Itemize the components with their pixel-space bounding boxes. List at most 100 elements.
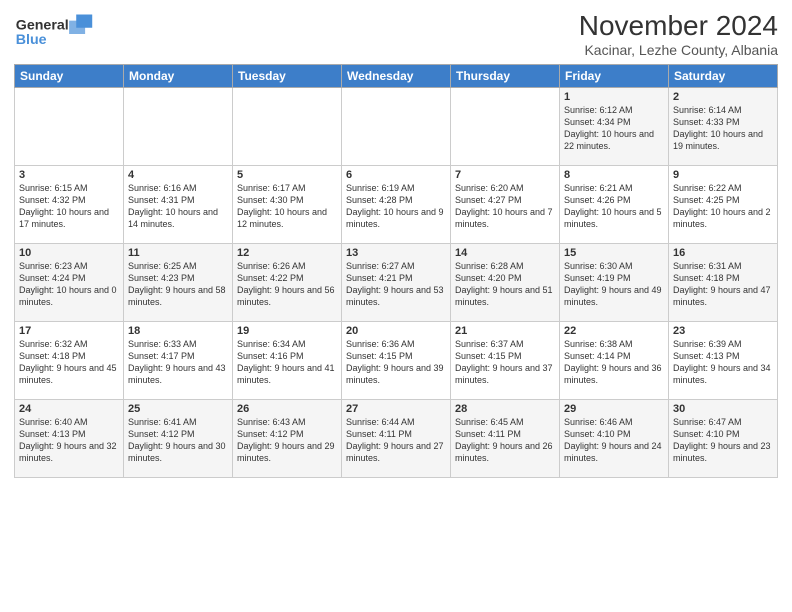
day-number: 17 <box>19 325 119 337</box>
day-number: 13 <box>346 247 446 259</box>
day-cell: 24Sunrise: 6:40 AM Sunset: 4:13 PM Dayli… <box>15 400 124 478</box>
day-number: 27 <box>346 403 446 415</box>
day-number: 9 <box>673 169 773 181</box>
day-info: Sunrise: 6:14 AM Sunset: 4:33 PM Dayligh… <box>673 104 773 153</box>
day-info: Sunrise: 6:17 AM Sunset: 4:30 PM Dayligh… <box>237 182 337 231</box>
day-cell <box>124 88 233 166</box>
day-info: Sunrise: 6:40 AM Sunset: 4:13 PM Dayligh… <box>19 416 119 465</box>
day-number: 24 <box>19 403 119 415</box>
day-info: Sunrise: 6:12 AM Sunset: 4:34 PM Dayligh… <box>564 104 664 153</box>
day-info: Sunrise: 6:39 AM Sunset: 4:13 PM Dayligh… <box>673 338 773 387</box>
col-sunday: Sunday <box>15 65 124 88</box>
day-info: Sunrise: 6:19 AM Sunset: 4:28 PM Dayligh… <box>346 182 446 231</box>
week-row-1: 1Sunrise: 6:12 AM Sunset: 4:34 PM Daylig… <box>15 88 778 166</box>
day-info: Sunrise: 6:45 AM Sunset: 4:11 PM Dayligh… <box>455 416 555 465</box>
day-number: 3 <box>19 169 119 181</box>
col-wednesday: Wednesday <box>342 65 451 88</box>
day-cell: 16Sunrise: 6:31 AM Sunset: 4:18 PM Dayli… <box>669 244 778 322</box>
day-info: Sunrise: 6:33 AM Sunset: 4:17 PM Dayligh… <box>128 338 228 387</box>
day-cell: 1Sunrise: 6:12 AM Sunset: 4:34 PM Daylig… <box>560 88 669 166</box>
day-number: 8 <box>564 169 664 181</box>
day-cell: 8Sunrise: 6:21 AM Sunset: 4:26 PM Daylig… <box>560 166 669 244</box>
calendar-body: 1Sunrise: 6:12 AM Sunset: 4:34 PM Daylig… <box>15 88 778 478</box>
day-info: Sunrise: 6:20 AM Sunset: 4:27 PM Dayligh… <box>455 182 555 231</box>
day-cell: 7Sunrise: 6:20 AM Sunset: 4:27 PM Daylig… <box>451 166 560 244</box>
day-cell: 10Sunrise: 6:23 AM Sunset: 4:24 PM Dayli… <box>15 244 124 322</box>
day-info: Sunrise: 6:41 AM Sunset: 4:12 PM Dayligh… <box>128 416 228 465</box>
day-cell: 19Sunrise: 6:34 AM Sunset: 4:16 PM Dayli… <box>233 322 342 400</box>
day-info: Sunrise: 6:47 AM Sunset: 4:10 PM Dayligh… <box>673 416 773 465</box>
page: General Blue November 2024 Kacinar, Lezh… <box>0 0 792 612</box>
day-info: Sunrise: 6:21 AM Sunset: 4:26 PM Dayligh… <box>564 182 664 231</box>
day-info: Sunrise: 6:30 AM Sunset: 4:19 PM Dayligh… <box>564 260 664 309</box>
day-number: 5 <box>237 169 337 181</box>
day-cell: 20Sunrise: 6:36 AM Sunset: 4:15 PM Dayli… <box>342 322 451 400</box>
day-number: 11 <box>128 247 228 259</box>
day-cell: 11Sunrise: 6:25 AM Sunset: 4:23 PM Dayli… <box>124 244 233 322</box>
day-number: 23 <box>673 325 773 337</box>
day-cell: 21Sunrise: 6:37 AM Sunset: 4:15 PM Dayli… <box>451 322 560 400</box>
day-cell <box>15 88 124 166</box>
day-cell: 22Sunrise: 6:38 AM Sunset: 4:14 PM Dayli… <box>560 322 669 400</box>
svg-text:Blue: Blue <box>16 32 47 48</box>
day-number: 26 <box>237 403 337 415</box>
day-number: 14 <box>455 247 555 259</box>
day-cell: 25Sunrise: 6:41 AM Sunset: 4:12 PM Dayli… <box>124 400 233 478</box>
location: Kacinar, Lezhe County, Albania <box>579 42 778 58</box>
day-number: 7 <box>455 169 555 181</box>
week-row-2: 3Sunrise: 6:15 AM Sunset: 4:32 PM Daylig… <box>15 166 778 244</box>
day-info: Sunrise: 6:36 AM Sunset: 4:15 PM Dayligh… <box>346 338 446 387</box>
day-info: Sunrise: 6:23 AM Sunset: 4:24 PM Dayligh… <box>19 260 119 309</box>
calendar-header-row: Sunday Monday Tuesday Wednesday Thursday… <box>15 65 778 88</box>
day-cell: 30Sunrise: 6:47 AM Sunset: 4:10 PM Dayli… <box>669 400 778 478</box>
day-cell: 4Sunrise: 6:16 AM Sunset: 4:31 PM Daylig… <box>124 166 233 244</box>
day-number: 6 <box>346 169 446 181</box>
day-number: 25 <box>128 403 228 415</box>
day-info: Sunrise: 6:16 AM Sunset: 4:31 PM Dayligh… <box>128 182 228 231</box>
day-cell: 29Sunrise: 6:46 AM Sunset: 4:10 PM Dayli… <box>560 400 669 478</box>
day-number: 19 <box>237 325 337 337</box>
day-cell <box>451 88 560 166</box>
day-info: Sunrise: 6:26 AM Sunset: 4:22 PM Dayligh… <box>237 260 337 309</box>
day-cell: 27Sunrise: 6:44 AM Sunset: 4:11 PM Dayli… <box>342 400 451 478</box>
day-cell: 12Sunrise: 6:26 AM Sunset: 4:22 PM Dayli… <box>233 244 342 322</box>
calendar-table: Sunday Monday Tuesday Wednesday Thursday… <box>14 64 778 478</box>
day-number: 15 <box>564 247 664 259</box>
col-thursday: Thursday <box>451 65 560 88</box>
day-info: Sunrise: 6:28 AM Sunset: 4:20 PM Dayligh… <box>455 260 555 309</box>
day-number: 22 <box>564 325 664 337</box>
week-row-5: 24Sunrise: 6:40 AM Sunset: 4:13 PM Dayli… <box>15 400 778 478</box>
day-number: 21 <box>455 325 555 337</box>
day-number: 4 <box>128 169 228 181</box>
day-cell: 9Sunrise: 6:22 AM Sunset: 4:25 PM Daylig… <box>669 166 778 244</box>
day-cell: 18Sunrise: 6:33 AM Sunset: 4:17 PM Dayli… <box>124 322 233 400</box>
day-number: 10 <box>19 247 119 259</box>
day-info: Sunrise: 6:34 AM Sunset: 4:16 PM Dayligh… <box>237 338 337 387</box>
month-title: November 2024 <box>579 10 778 42</box>
day-info: Sunrise: 6:25 AM Sunset: 4:23 PM Dayligh… <box>128 260 228 309</box>
day-number: 30 <box>673 403 773 415</box>
day-number: 29 <box>564 403 664 415</box>
col-friday: Friday <box>560 65 669 88</box>
day-info: Sunrise: 6:43 AM Sunset: 4:12 PM Dayligh… <box>237 416 337 465</box>
day-info: Sunrise: 6:46 AM Sunset: 4:10 PM Dayligh… <box>564 416 664 465</box>
day-cell: 28Sunrise: 6:45 AM Sunset: 4:11 PM Dayli… <box>451 400 560 478</box>
day-cell: 15Sunrise: 6:30 AM Sunset: 4:19 PM Dayli… <box>560 244 669 322</box>
day-cell: 6Sunrise: 6:19 AM Sunset: 4:28 PM Daylig… <box>342 166 451 244</box>
day-info: Sunrise: 6:22 AM Sunset: 4:25 PM Dayligh… <box>673 182 773 231</box>
logo-svg: General Blue <box>14 10 94 50</box>
day-cell: 2Sunrise: 6:14 AM Sunset: 4:33 PM Daylig… <box>669 88 778 166</box>
title-block: November 2024 Kacinar, Lezhe County, Alb… <box>579 10 778 58</box>
col-monday: Monday <box>124 65 233 88</box>
day-info: Sunrise: 6:15 AM Sunset: 4:32 PM Dayligh… <box>19 182 119 231</box>
logo: General Blue <box>14 10 94 50</box>
day-number: 12 <box>237 247 337 259</box>
day-cell: 17Sunrise: 6:32 AM Sunset: 4:18 PM Dayli… <box>15 322 124 400</box>
week-row-4: 17Sunrise: 6:32 AM Sunset: 4:18 PM Dayli… <box>15 322 778 400</box>
day-number: 2 <box>673 91 773 103</box>
day-info: Sunrise: 6:37 AM Sunset: 4:15 PM Dayligh… <box>455 338 555 387</box>
day-info: Sunrise: 6:38 AM Sunset: 4:14 PM Dayligh… <box>564 338 664 387</box>
day-cell: 26Sunrise: 6:43 AM Sunset: 4:12 PM Dayli… <box>233 400 342 478</box>
day-number: 20 <box>346 325 446 337</box>
day-number: 18 <box>128 325 228 337</box>
